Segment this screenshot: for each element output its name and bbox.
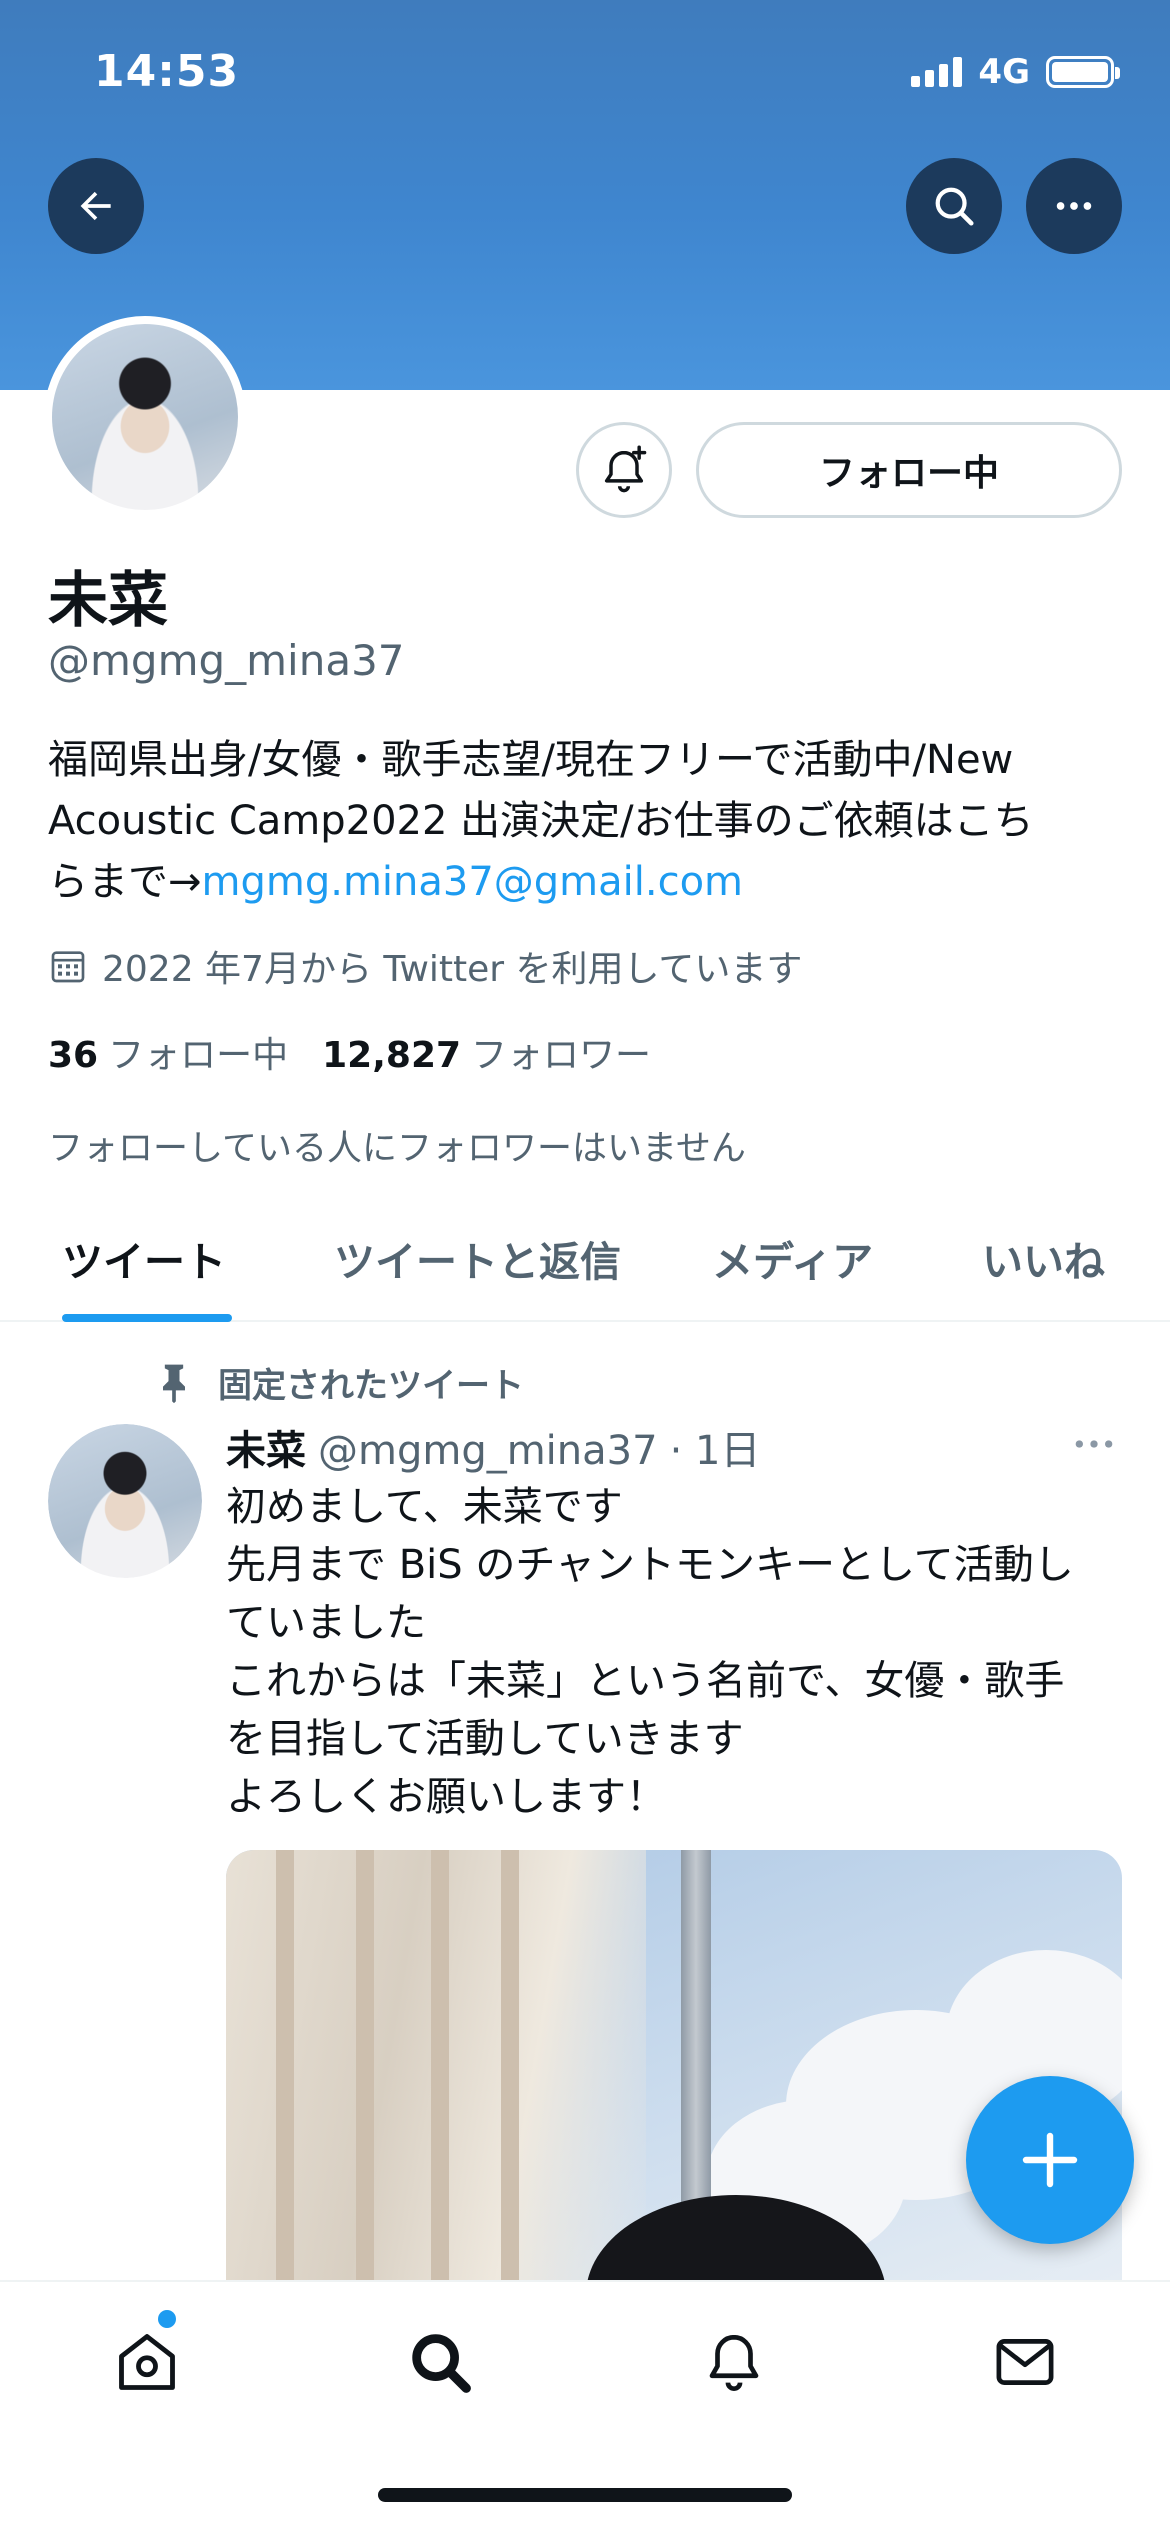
bio-line: 福岡県出身/女優・歌手志望/現在フリーで活動中/New	[48, 737, 1014, 783]
photo-rail-bar	[501, 1850, 519, 2280]
tweet-line: 先月まで BiS のチャントモンキーとして活動し	[226, 1542, 1074, 1588]
tweet-line: 初めまして、未菜です	[226, 1484, 623, 1530]
tweet-more-button[interactable]	[1072, 1434, 1116, 1458]
arrow-left-icon	[80, 191, 111, 221]
profile-tabs: ツイート ツイートと返信 メディア いいね	[0, 1210, 1170, 1322]
following-stat[interactable]: 36 フォロー中	[48, 1026, 288, 1078]
tweet-time: · 1日	[669, 1428, 761, 1474]
followers-stat[interactable]: 12,827 フォロワー	[322, 1026, 651, 1078]
battery-icon	[1046, 56, 1120, 88]
photo-rail-bar	[431, 1850, 449, 2280]
pinned-text: 固定されたツイート	[218, 1366, 524, 1406]
avatar-image	[52, 324, 238, 510]
bell-plus-icon	[604, 445, 647, 493]
home-indicator[interactable]	[378, 2488, 792, 2502]
nav-notifications[interactable]	[694, 2322, 774, 2402]
profile-name: 未菜	[48, 566, 168, 636]
joined-date: 2022 年7月から Twitter を利用しています	[48, 940, 802, 992]
signal-icon	[911, 57, 963, 87]
profile-bio: 福岡県出身/女優・歌手志望/現在フリーで活動中/New Acoustic Cam…	[48, 730, 1128, 913]
nav-messages[interactable]	[985, 2322, 1065, 2402]
following-label: フォロー中	[108, 1035, 289, 1076]
tab-tweets-replies[interactable]: ツイートと返信	[334, 1228, 621, 1288]
tweet-author-avatar[interactable]	[48, 1424, 202, 1578]
pinned-label: 固定されたツイート	[152, 1358, 524, 1407]
compose-tweet-button[interactable]	[966, 2076, 1134, 2244]
pin-icon	[163, 1364, 185, 1403]
followers-count: 12,827	[322, 1035, 462, 1076]
following-button[interactable]: フォロー中	[696, 422, 1122, 518]
home-icon	[119, 2334, 175, 2390]
bell-icon	[709, 2334, 759, 2391]
back-button[interactable]	[48, 158, 144, 254]
photo-rail-bar	[276, 1850, 294, 2280]
status-time: 14:53	[94, 46, 240, 97]
notifications-button[interactable]	[576, 422, 672, 518]
tweet-line: を目指して活動していきます	[226, 1716, 744, 1762]
tweet-author-handle[interactable]: @mgmg_mina37	[318, 1428, 658, 1474]
tweet-header: 未菜 @mgmg_mina37 · 1日	[226, 1418, 760, 1476]
plus-icon	[1022, 2132, 1078, 2188]
joined-text: 2022 年7月から Twitter を利用しています	[102, 949, 803, 990]
tab-tweets[interactable]: ツイート	[62, 1228, 226, 1288]
tab-media[interactable]: メディア	[712, 1228, 873, 1288]
nav-search[interactable]	[400, 2322, 480, 2402]
search-icon	[935, 187, 974, 226]
bio-line: らまで→mgmg.mina37@gmail.com	[48, 852, 1128, 913]
nav-home[interactable]	[107, 2322, 187, 2402]
tweet-line: ていました	[226, 1600, 426, 1646]
bio-email-link[interactable]: mgmg.mina37@gmail.com	[202, 859, 744, 905]
more-horizontal-icon	[1056, 202, 1092, 210]
photo-rail-bar	[356, 1850, 374, 2280]
tweet-author-name[interactable]: 未菜	[226, 1418, 306, 1476]
tab-likes[interactable]: いいね	[982, 1228, 1105, 1288]
tweet-line: これからは「未菜」という名前で、女優・歌手	[226, 1658, 1065, 1704]
followed-by-note: フォローしている人にフォロワーはいません	[48, 1129, 746, 1169]
status-indicators: 4G	[911, 52, 1120, 92]
followers-label: フォロワー	[471, 1035, 652, 1076]
bio-text: らまで→	[48, 859, 202, 905]
search-button[interactable]	[906, 158, 1002, 254]
more-horizontal-icon	[1075, 1440, 1113, 1448]
avatar-image	[48, 1424, 202, 1578]
search-icon	[412, 2334, 471, 2393]
following-count: 36	[48, 1035, 99, 1076]
more-button[interactable]	[1026, 158, 1122, 254]
mail-icon	[996, 2339, 1054, 2385]
home-notification-dot	[158, 2310, 176, 2328]
profile-handle: @mgmg_mina37	[48, 636, 405, 685]
tweet-text: 初めまして、未菜です 先月まで BiS のチャントモンキーとして活動し ていまし…	[226, 1478, 1126, 1826]
follow-stats: 36 フォロー中 12,827 フォロワー	[48, 1026, 651, 1078]
bio-line: Acoustic Camp2022 出演決定/お仕事のご依頼はこち	[48, 798, 1034, 844]
network-type: 4G	[978, 52, 1030, 92]
tweet-line: よろしくお願いします！	[226, 1774, 666, 1820]
active-tab-indicator	[62, 1314, 232, 1322]
calendar-icon	[51, 951, 85, 983]
profile-avatar[interactable]	[44, 316, 246, 518]
